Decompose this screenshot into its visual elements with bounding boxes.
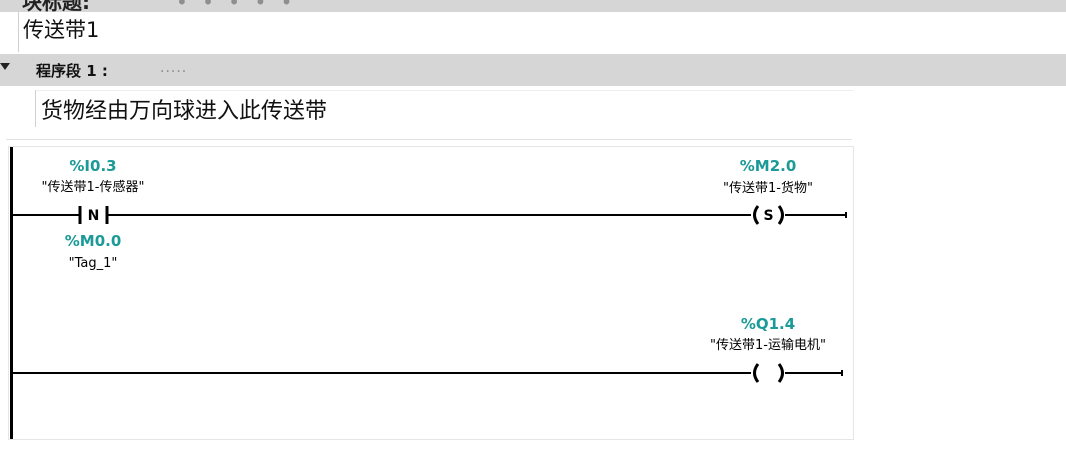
set-coil[interactable]: S: [753, 205, 784, 225]
rung-2-end: [841, 370, 843, 376]
output-coil-address[interactable]: %Q1.4: [741, 315, 795, 333]
network-comment[interactable]: 货物经由万向球进入此传送带: [35, 90, 853, 127]
set-coil-address[interactable]: %M2.0: [740, 157, 797, 175]
power-rail: [10, 147, 13, 439]
edge-memory-symbol[interactable]: "Tag_1": [69, 256, 118, 271]
network-comment-text: 货物经由万向球进入此传送带: [41, 99, 328, 124]
contact-symbol[interactable]: "传送带1-传感器": [42, 179, 145, 195]
output-coil[interactable]: [753, 363, 784, 383]
collapse-triangle-icon[interactable]: [0, 63, 10, 70]
network-divider: [6, 139, 852, 140]
contact-type-letter: N: [88, 208, 100, 224]
edge-memory-address[interactable]: %M0.0: [65, 232, 122, 250]
coil-type-letter: S: [763, 208, 773, 224]
rung-1-end: [845, 212, 847, 218]
network-header[interactable]: 程序段 1 : .....: [0, 54, 1066, 86]
ladder-diagram: N S %I0.3 "传送带1-传感器" %M0.0 "Tag_1" %M2.0…: [10, 147, 847, 439]
set-coil-symbol[interactable]: "传送带1-货物": [723, 180, 813, 196]
block-comment[interactable]: 传送带1: [18, 12, 1066, 52]
block-title-label: 块标题:: [22, 0, 90, 12]
rung-1: N S %I0.3 "传送带1-传感器" %M0.0 "Tag_1" %M2.0…: [13, 157, 847, 271]
block-comment-text: 传送带1: [23, 18, 100, 42]
rung-2: %Q1.4 "传送带1-运输电机": [13, 315, 843, 383]
ladder-editor[interactable]: N S %I0.3 "传送带1-传感器" %M0.0 "Tag_1" %M2.0…: [8, 146, 854, 440]
contact-address[interactable]: %I0.3: [69, 157, 116, 175]
output-coil-symbol[interactable]: "传送带1-运输电机": [710, 337, 826, 353]
block-title-placeholder: • • • • •: [176, 0, 297, 12]
network-title-placeholder[interactable]: .....: [160, 60, 187, 76]
block-title-bar[interactable]: 块标题: • • • • •: [0, 0, 1066, 12]
network-title: 程序段 1 :: [36, 62, 108, 80]
negative-edge-contact[interactable]: N: [78, 206, 109, 224]
